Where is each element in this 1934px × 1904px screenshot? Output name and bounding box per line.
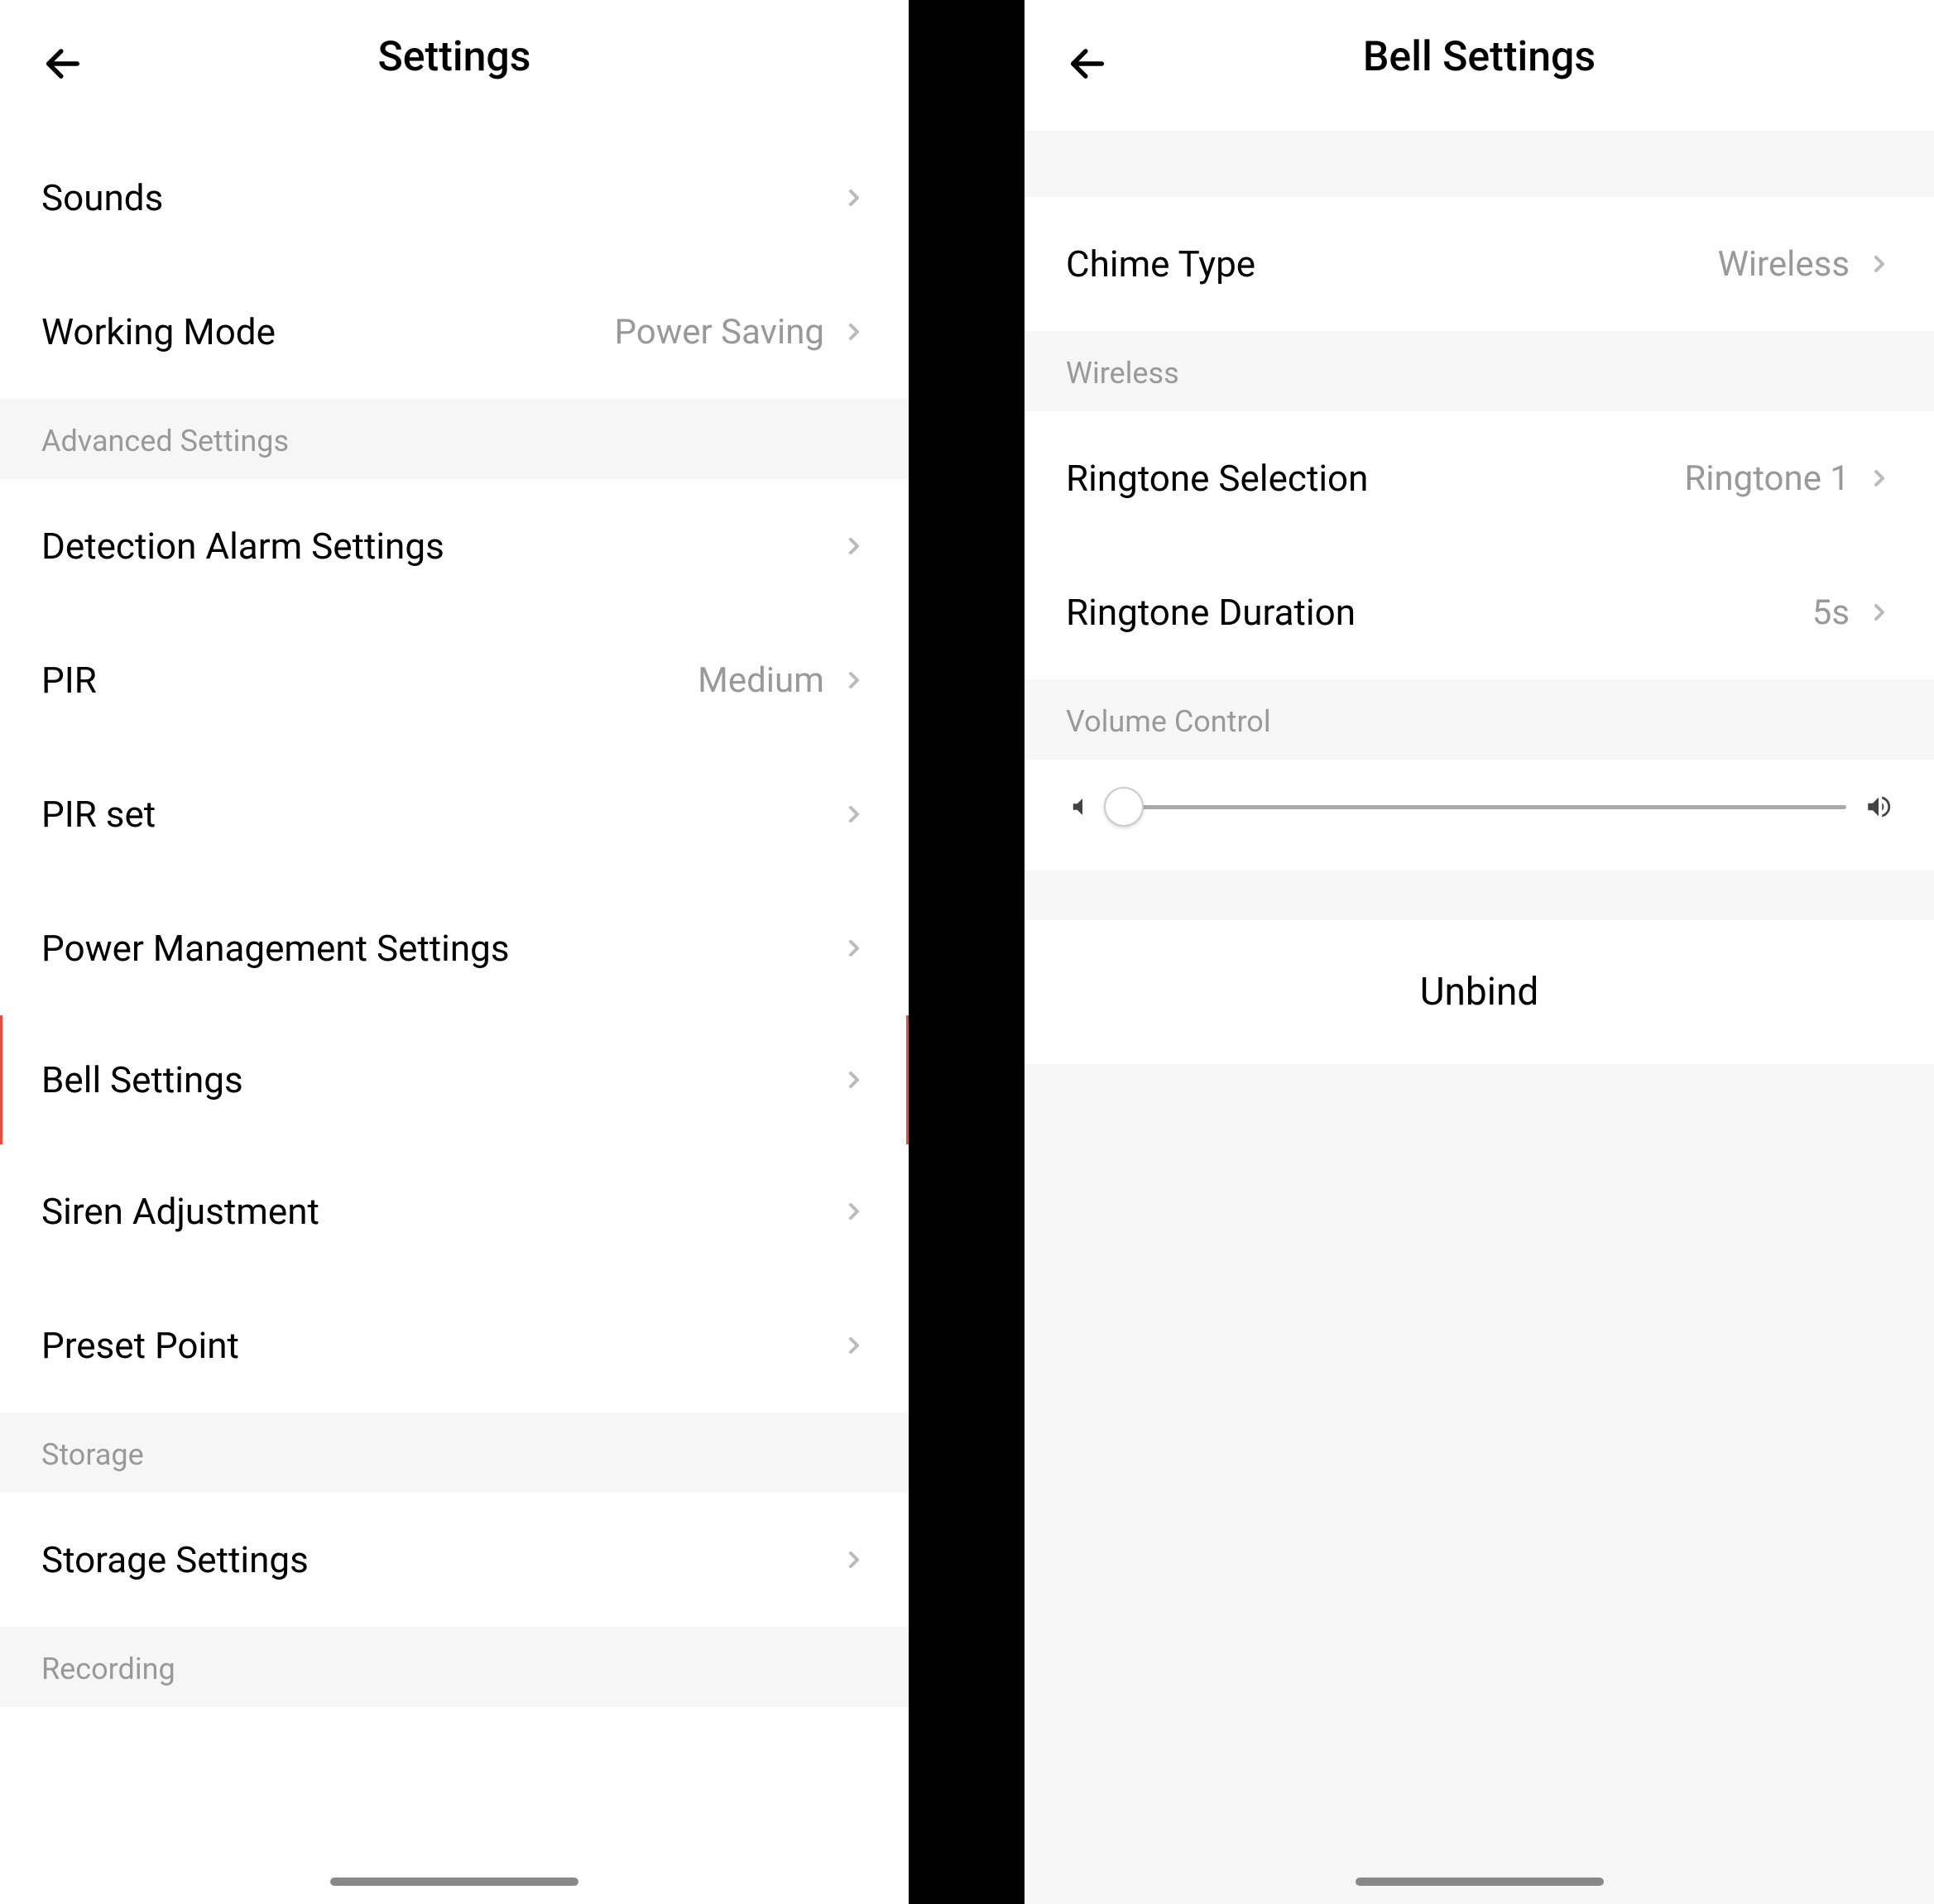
back-button[interactable] (41, 42, 84, 89)
volume-low-icon (1066, 794, 1091, 819)
row-label: Detection Alarm Settings (41, 525, 444, 568)
row-storage-settings[interactable]: Storage Settings (0, 1493, 909, 1627)
chevron-right-icon (841, 1067, 867, 1093)
row-label: Ringtone Selection (1066, 457, 1368, 500)
back-arrow-icon (41, 42, 84, 85)
row-label: Working Mode (41, 310, 276, 353)
chevron-right-icon (841, 667, 867, 693)
chevron-right-icon (841, 801, 867, 827)
row-bell-settings[interactable]: Bell Settings (2, 1015, 906, 1144)
slider-thumb[interactable] (1104, 787, 1144, 827)
row-label: PIR set (41, 793, 156, 836)
home-indicator[interactable] (1356, 1878, 1604, 1886)
fill (1025, 1064, 1934, 1904)
page-title: Settings (41, 33, 867, 81)
row-detection-alarm[interactable]: Detection Alarm Settings (0, 479, 909, 613)
header: Settings (0, 0, 909, 131)
row-working-mode[interactable]: Working Mode Power Saving (0, 265, 909, 399)
chevron-right-icon (1866, 599, 1893, 626)
bell-settings-screen: Bell Settings Chime Type Wireless Wirele… (1025, 0, 1934, 1904)
row-label: Siren Adjustment (41, 1190, 319, 1233)
row-value: Ringtone 1 (1684, 458, 1850, 499)
chevron-right-icon (841, 1547, 867, 1573)
unbind-button[interactable]: Unbind (1025, 920, 1934, 1064)
row-label: Bell Settings (41, 1058, 243, 1101)
chevron-right-icon (841, 1198, 867, 1225)
row-power-management[interactable]: Power Management Settings (0, 881, 909, 1015)
row-pir[interactable]: PIR Medium (0, 613, 909, 747)
section-volume-control: Volume Control (1025, 679, 1934, 760)
chevron-right-icon (1866, 465, 1893, 492)
page-title: Bell Settings (1066, 33, 1893, 81)
chevron-right-icon (1866, 251, 1893, 277)
section-storage: Storage (0, 1412, 909, 1493)
row-label: Ringtone Duration (1066, 591, 1356, 634)
chevron-right-icon (841, 319, 867, 345)
spacer (1025, 131, 1934, 197)
row-label: PIR (41, 659, 97, 702)
row-value: Medium (698, 660, 824, 701)
header: Bell Settings (1025, 0, 1934, 131)
row-ringtone-selection[interactable]: Ringtone Selection Ringtone 1 (1025, 411, 1934, 545)
section-advanced: Advanced Settings (0, 399, 909, 479)
section-recording: Recording (0, 1627, 909, 1707)
chevron-right-icon (841, 185, 867, 211)
unbind-label: Unbind (1420, 970, 1539, 1014)
row-label: Preset Point (41, 1324, 239, 1367)
chevron-right-icon (841, 533, 867, 559)
row-siren-adjustment[interactable]: Siren Adjustment (0, 1144, 909, 1278)
row-label: Sounds (41, 176, 163, 219)
row-value: 5s (1812, 592, 1850, 633)
highlight-box: Bell Settings (0, 1013, 909, 1147)
row-pir-set[interactable]: PIR set (0, 747, 909, 881)
row-label: Power Management Settings (41, 927, 510, 970)
section-wireless: Wireless (1025, 331, 1934, 411)
volume-slider-row (1025, 760, 1934, 870)
row-label: Chime Type (1066, 242, 1255, 285)
volume-high-icon (1864, 793, 1893, 821)
chevron-right-icon (841, 935, 867, 962)
row-sounds[interactable]: Sounds (0, 131, 909, 265)
row-value: Power Saving (615, 312, 824, 353)
row-value: Wireless (1718, 244, 1850, 285)
chevron-right-icon (841, 1332, 867, 1359)
back-button[interactable] (1066, 42, 1109, 89)
settings-screen: Settings Sounds Working Mode Power Savin… (0, 0, 909, 1904)
home-indicator[interactable] (330, 1878, 578, 1886)
spacer (1025, 870, 1934, 920)
back-arrow-icon (1066, 42, 1109, 85)
row-chime-type[interactable]: Chime Type Wireless (1025, 197, 1934, 331)
row-ringtone-duration[interactable]: Ringtone Duration 5s (1025, 545, 1934, 679)
volume-slider[interactable] (1109, 805, 1846, 809)
row-label: Storage Settings (41, 1538, 309, 1581)
row-preset-point[interactable]: Preset Point (0, 1278, 909, 1412)
